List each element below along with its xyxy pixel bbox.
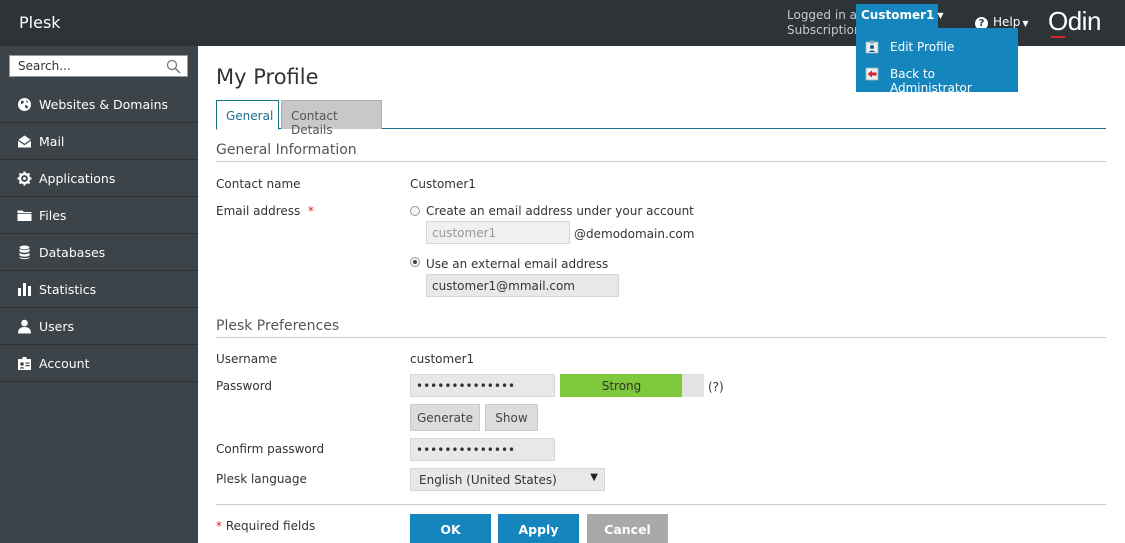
subscription-label[interactable]: Subscription — [787, 23, 863, 38]
bar-chart-icon — [18, 283, 31, 296]
logged-in-as-label: Logged in as — [787, 8, 864, 22]
radio-external-email-label[interactable]: Use an external email address — [426, 257, 608, 271]
folder-icon — [17, 210, 32, 221]
password-label: Password — [216, 379, 273, 393]
plesk-language-label: Plesk language — [216, 472, 307, 486]
search-box — [9, 55, 188, 77]
mail-icon — [17, 135, 32, 148]
odin-logo: Odin — [1048, 6, 1101, 38]
required-fields-text: Required fields — [225, 519, 316, 533]
tab-general[interactable]: General — [216, 100, 279, 130]
menu-item-label: Back to Administrator — [890, 67, 972, 95]
login-info: Logged in as Subscription — [787, 8, 863, 38]
contact-name-value: Customer1 — [410, 177, 476, 191]
main-content: My Profile General Contact Details Gener… — [198, 46, 1125, 543]
create-email-input[interactable]: customer1 — [426, 221, 570, 244]
external-email-input[interactable]: customer1@mmail.com — [426, 274, 619, 297]
menu-item-label: Edit Profile — [890, 40, 955, 54]
edit-profile-icon — [865, 40, 879, 54]
sidebar-nav: Websites & Domains Mail Applications Fil… — [0, 86, 198, 382]
dropdown-arrow-icon: ▼ — [590, 472, 598, 483]
odin-logo-underline — [1051, 36, 1065, 38]
domain-suffix: @demodomain.com — [574, 227, 695, 241]
confirm-password-field[interactable]: •••••••••••••• — [410, 438, 555, 461]
required-mark: * — [307, 204, 314, 218]
section-plesk-preferences: Plesk Preferences — [216, 318, 1106, 338]
language-select-value: English (United States) — [419, 473, 557, 487]
show-button[interactable]: Show — [485, 404, 538, 431]
page-title: My Profile — [216, 65, 319, 89]
username-label: Username — [216, 352, 278, 366]
section-general-information: General Information — [216, 142, 1106, 162]
sidebar-item-label: Statistics — [39, 282, 97, 297]
chevron-down-icon: ▼ — [1022, 19, 1029, 28]
sidebar-item-files[interactable]: Files — [0, 197, 198, 234]
sidebar-item-account[interactable]: Account — [0, 345, 198, 382]
cancel-button[interactable]: Cancel — [587, 514, 668, 543]
ok-button[interactable]: OK — [410, 514, 491, 543]
sidebar-item-mail[interactable]: Mail — [0, 123, 198, 160]
password-strength-meter: Strong — [560, 374, 704, 397]
sidebar-item-label: Databases — [39, 245, 106, 260]
password-strength-label: Strong — [601, 379, 642, 393]
sidebar-item-label: Mail — [39, 134, 65, 149]
globe-icon — [18, 98, 31, 111]
database-icon — [19, 245, 30, 260]
user-dropdown-menu: Edit Profile Back to Administrator — [856, 28, 1018, 95]
sidebar-item-label: Websites & Domains — [39, 97, 169, 112]
apply-button[interactable]: Apply — [498, 514, 579, 543]
sidebar: Websites & Domains Mail Applications — [0, 46, 198, 543]
language-select[interactable]: English (United States) ▼ — [410, 468, 605, 491]
radio-external-email[interactable] — [410, 257, 420, 267]
search-input[interactable] — [10, 56, 160, 76]
user-menu-button[interactable]: Customer1 ▼ — [856, 4, 944, 28]
account-icon — [18, 357, 31, 370]
help-label: Help — [993, 15, 1021, 29]
generate-button[interactable]: Generate — [410, 404, 480, 431]
password-help-link[interactable]: (?) — [708, 380, 724, 394]
username-value: customer1 — [410, 352, 475, 366]
required-mark: * — [216, 519, 222, 533]
sidebar-item-label: Applications — [39, 171, 116, 186]
contact-name-label: Contact name — [216, 177, 301, 191]
sidebar-item-databases[interactable]: Databases — [0, 234, 198, 271]
radio-create-email[interactable] — [410, 206, 420, 216]
sidebar-item-label: Users — [39, 319, 75, 334]
sidebar-item-statistics[interactable]: Statistics — [0, 271, 198, 308]
menu-item-edit-profile[interactable]: Edit Profile — [856, 34, 1018, 60]
sidebar-item-websites-domains[interactable]: Websites & Domains — [0, 86, 198, 123]
confirm-password-label: Confirm password — [216, 442, 325, 456]
radio-create-email-label[interactable]: Create an email address under your accou… — [426, 204, 694, 218]
form-divider — [216, 504, 1106, 505]
back-icon — [865, 67, 879, 81]
user-name: Customer1 — [861, 8, 935, 22]
email-address-label-text: Email address — [216, 204, 301, 218]
odin-logo-text: Odin — [1048, 6, 1101, 36]
gear-icon — [17, 171, 32, 186]
sidebar-item-label: Files — [39, 208, 67, 223]
user-icon — [18, 319, 31, 334]
sidebar-item-applications[interactable]: Applications — [0, 160, 198, 197]
sidebar-item-users[interactable]: Users — [0, 308, 198, 345]
menu-item-back-to-administrator[interactable]: Back to Administrator — [856, 61, 1018, 95]
search-icon[interactable] — [166, 59, 181, 74]
sidebar-item-label: Account — [39, 356, 90, 371]
brand-logo[interactable]: Plesk — [19, 13, 61, 32]
password-field[interactable]: •••••••••••••• — [410, 374, 555, 397]
tab-bar: General Contact Details — [216, 100, 1106, 137]
tab-contact-details[interactable]: Contact Details — [281, 100, 382, 137]
required-fields-note: * Required fields — [216, 519, 315, 533]
email-address-label: Email address * — [216, 204, 314, 218]
chevron-down-icon: ▼ — [937, 11, 944, 20]
